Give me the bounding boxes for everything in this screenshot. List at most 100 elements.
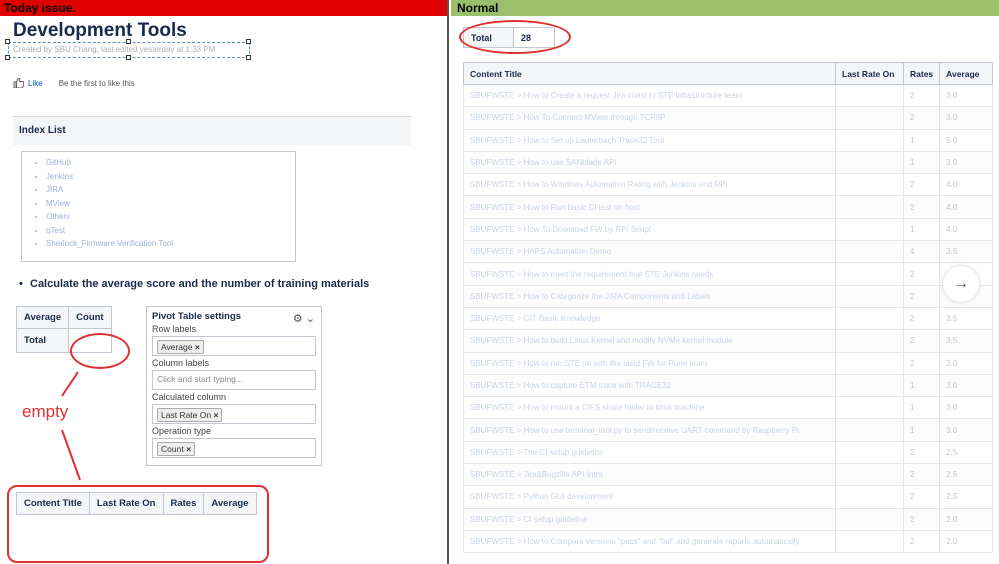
row-rates: 2	[902, 463, 941, 487]
row-average: 4.0	[939, 217, 993, 242]
row-average: 3.0	[939, 351, 993, 375]
row-content-title[interactable]: SBUFWSTE > How to Set up Lauterbach Trac…	[463, 128, 836, 152]
table-header-last-rate-on[interactable]: Last Rate On	[835, 62, 904, 85]
row-average: 2.5	[939, 485, 993, 509]
row-average: 4.0	[939, 173, 993, 197]
row-average: 3.0	[939, 373, 993, 398]
row-content-title[interactable]: SBUFWSTE > How to Run basic CI test on h…	[463, 195, 836, 219]
row-content-title[interactable]: SBUFWSTE > How to Create a request Jira …	[463, 83, 836, 108]
row-last-rate-on	[835, 306, 904, 331]
row-rates: 2	[902, 262, 941, 286]
row-last-rate-on	[835, 329, 904, 353]
row-average: 3.0	[939, 106, 993, 130]
table-row: SBUFWSTE > How to use terminal_tool.py t…	[463, 418, 993, 442]
row-last-rate-on	[835, 240, 904, 264]
row-rates: 1	[902, 418, 941, 442]
row-average: 3.5	[939, 240, 993, 264]
empty-table-header[interactable]: Last Rate On	[88, 492, 164, 515]
row-content-title[interactable]: SBUFWSTE > How to use SANblade API	[463, 150, 836, 175]
row-rates: 2	[902, 306, 941, 331]
table-row: SBUFWSTE > Python GUI development 2 2.5	[463, 485, 993, 509]
row-rates: 2	[902, 106, 941, 130]
row-content-title[interactable]: SBUFWSTE > How to capture ETM trace with…	[463, 373, 836, 398]
table-row: SBUFWSTE > HAPS Automation Demo 4 3.5	[463, 240, 993, 264]
row-content-title[interactable]: SBUFWSTE > How to run STE on with the bu…	[463, 351, 836, 375]
row-last-rate-on	[835, 351, 904, 375]
empty-table-header[interactable]: Average	[203, 492, 257, 515]
table-row: SBUFWSTE > CI setup guideline 2 2.0	[463, 507, 993, 531]
table-row: SBUFWSTE > How to use SANblade API 1 3.0	[463, 150, 993, 175]
row-rates: 2	[902, 440, 941, 465]
row-average: 2.5	[939, 440, 993, 465]
table-row: SBUFWSTE > The CI setup guideline 2 2.5	[463, 440, 993, 465]
row-last-rate-on	[835, 396, 904, 420]
row-rates: 1	[902, 373, 941, 398]
row-content-title[interactable]: SBUFWSTE > How to Compare versions "pass…	[463, 529, 836, 554]
row-rates: 2	[902, 351, 941, 375]
arrow-right-icon: →	[953, 275, 969, 292]
row-content-title[interactable]: SBUFWSTE > The CI setup guideline	[463, 440, 836, 465]
table-row: SBUFWSTE > How to Create a request Jira …	[463, 83, 993, 108]
table-row: SBUFWSTE > Jira&Bugzilla API Intro 2 2.5	[463, 463, 993, 487]
row-rates: 2	[902, 83, 941, 108]
row-last-rate-on	[835, 284, 904, 308]
row-content-title[interactable]: SBUFWSTE > How to build Linux Kernel and…	[463, 329, 836, 353]
annotation-empty-label: empty	[22, 402, 69, 421]
row-rates: 1	[902, 150, 941, 175]
row-average: 3.5	[939, 329, 993, 353]
next-arrow-button[interactable]: →	[943, 266, 979, 302]
empty-table-header[interactable]: Rates	[162, 492, 205, 515]
row-last-rate-on	[835, 128, 904, 152]
table-header-content-title[interactable]: Content Title	[463, 62, 836, 85]
table-row: SBUFWSTE > How to Categorize the JIRA Co…	[463, 284, 993, 308]
row-rates: 2	[902, 173, 941, 197]
table-row: SBUFWSTE > How to capture ETM trace with…	[463, 373, 993, 398]
row-content-title[interactable]: SBUFWSTE > Python GUI development	[463, 485, 836, 509]
row-last-rate-on	[835, 173, 904, 197]
row-content-title[interactable]: SBUFWSTE > How To Download FW by RPi Scr…	[463, 217, 836, 242]
row-last-rate-on	[835, 418, 904, 442]
annotation-circle	[459, 20, 571, 54]
annotation-lines	[61, 371, 81, 481]
row-average: 2.0	[939, 529, 993, 554]
row-content-title[interactable]: SBUFWSTE > HAPS Automation Demo	[463, 240, 836, 264]
row-content-title[interactable]: SBUFWSTE > How to meet the requirement t…	[463, 262, 836, 286]
row-average: 5.0	[939, 128, 993, 152]
row-last-rate-on	[835, 195, 904, 219]
table-row: SBUFWSTE > How To Connect MView through …	[463, 106, 993, 130]
row-last-rate-on	[835, 262, 904, 286]
row-rates: 4	[902, 240, 941, 264]
row-content-title[interactable]: SBUFWSTE > How to Windows Automation Rat…	[463, 173, 836, 197]
table-row: SBUFWSTE > GIT Basic Knowledge 2 3.5	[463, 306, 993, 331]
table-header-average[interactable]: Average	[939, 62, 993, 85]
row-content-title[interactable]: SBUFWSTE > How to Categorize the JIRA Co…	[463, 284, 836, 308]
table-row: SBUFWSTE > How To Download FW by RPi Scr…	[463, 217, 993, 242]
row-rates: 2	[902, 485, 941, 509]
row-content-title[interactable]: SBUFWSTE > GIT Basic Knowledge	[463, 306, 836, 331]
table-body: SBUFWSTE > How to Create a request Jira …	[463, 83, 993, 554]
row-rates: 1	[902, 217, 941, 242]
row-content-title[interactable]: SBUFWSTE > Jira&Bugzilla API Intro	[463, 463, 836, 487]
table-row: SBUFWSTE > How to run STE on with the bu…	[463, 351, 993, 375]
row-average: 3.5	[939, 306, 993, 331]
table-row: SBUFWSTE > How to meet the requirement t…	[463, 262, 993, 286]
row-last-rate-on	[835, 106, 904, 130]
row-content-title[interactable]: SBUFWSTE > How To Connect MView through …	[463, 106, 836, 130]
row-last-rate-on	[835, 529, 904, 554]
table-row: SBUFWSTE > How to build Linux Kernel and…	[463, 329, 993, 353]
row-last-rate-on	[835, 83, 904, 108]
row-last-rate-on	[835, 507, 904, 531]
row-rates: 1	[902, 396, 941, 420]
row-last-rate-on	[835, 373, 904, 398]
row-content-title[interactable]: SBUFWSTE > CI setup guideline	[463, 507, 836, 531]
row-content-title[interactable]: SBUFWSTE > How to use terminal_tool.py t…	[463, 418, 836, 442]
empty-table-header[interactable]: Content Title	[16, 492, 90, 515]
row-last-rate-on	[835, 485, 904, 509]
row-last-rate-on	[835, 440, 904, 465]
row-average: 3.0	[939, 150, 993, 175]
today-issue-panel: Today issue. Development Tools Created b…	[0, 0, 449, 564]
row-content-title[interactable]: SBUFWSTE > How to mount a CIFS share fol…	[463, 396, 836, 420]
row-average: 4.0	[939, 195, 993, 219]
row-rates: 2	[902, 195, 941, 219]
table-header-rates[interactable]: Rates	[902, 62, 941, 85]
